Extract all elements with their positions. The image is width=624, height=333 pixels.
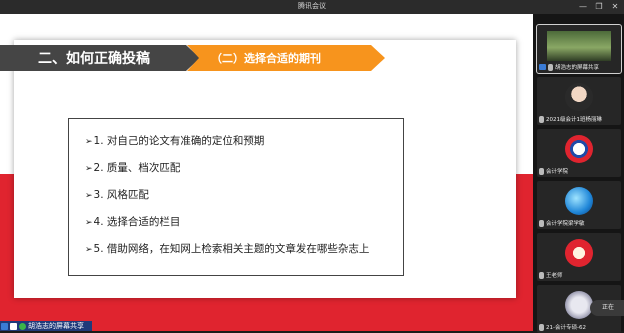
list-item-text: 1. 对自己的论文有准确的定位和预期 [93,135,265,147]
user-icon [1,322,8,330]
mic-icon [19,322,26,330]
cartoon-avatar-icon [565,239,593,267]
participant-tile[interactable]: 王老师 [537,233,621,281]
subsection-header: （二）选择合适的期刊 [187,45,385,71]
participant-tile[interactable]: 胡浩志的屏幕共享 [536,24,622,74]
window-title: 腾讯会议 [298,2,326,10]
participant-name: 21-会计专硕-62 [546,325,586,331]
close-button[interactable]: ✕ [610,1,620,12]
bullet-arrow-icon: ➢ [85,164,93,174]
participant-tile[interactable]: 会计学院梁学敏 [537,181,621,229]
bullet-arrow-icon: ➢ [85,137,93,147]
list-item-text: 2. 质量、档次匹配 [93,162,181,174]
participant-sidebar: 胡浩志的屏幕共享 2021级会计1班杨丽琳 会计学院 会计学院梁学敏 王老师 2… [533,14,624,333]
screen-icon [10,322,17,330]
school-logo-icon [565,135,593,163]
globe-logo-icon [565,187,593,215]
participant-name: 2021级会计1班杨丽琳 [546,117,602,123]
mic-icon [539,271,544,279]
title-bar: 腾讯会议 — ❐ ✕ [0,0,624,14]
list-item: ➢5. 借助网络，在知网上检索相关主题的文章发在哪些杂志上 [85,241,369,256]
shared-screen-view: 二、如何正确投稿 （二）选择合适的期刊 ➢1. 对自己的论文有准确的定位和预期 … [0,14,533,331]
landscape-thumbnail-icon [547,31,611,61]
mic-icon [539,323,544,331]
sharing-indicator[interactable]: 正在 [590,300,624,316]
content-list-box: ➢1. 对自己的论文有准确的定位和预期 ➢2. 质量、档次匹配 ➢3. 风格匹配… [68,118,404,276]
list-item-text: 5. 借助网络，在知网上检索相关主题的文章发在哪些杂志上 [93,243,370,255]
screen-share-label: 胡浩志的屏幕共享 [28,322,84,330]
restore-button[interactable]: ❐ [594,1,604,12]
section-title: 二、如何正确投稿 [38,51,150,67]
mic-icon [539,219,544,227]
list-item-text: 4. 选择合适的栏目 [93,216,181,228]
mic-icon [539,115,544,123]
list-item-text: 3. 风格匹配 [93,189,149,201]
list-item: ➢1. 对自己的论文有准确的定位和预期 [85,133,264,148]
sharing-indicator-label: 正在 [602,304,615,311]
screen-share-status[interactable]: 胡浩志的屏幕共享 [0,321,92,331]
mic-icon [548,63,553,71]
cat-avatar-icon [565,291,593,319]
section-header: 二、如何正确投稿 [0,45,200,71]
window-controls: — ❐ ✕ [578,1,620,12]
camera-icon [539,64,546,70]
minimize-button[interactable]: — [578,1,588,12]
subsection-title: （二）选择合适的期刊 [211,52,321,65]
participant-name: 会计学院 [546,169,569,175]
participant-name: 胡浩志的屏幕共享 [555,65,600,71]
participant-name: 王老师 [546,273,563,279]
bullet-arrow-icon: ➢ [85,191,93,201]
participant-tile[interactable]: 2021级会计1班杨丽琳 [537,77,621,125]
bullet-arrow-icon: ➢ [85,218,93,228]
participant-name: 会计学院梁学敏 [546,221,585,227]
person-photo-icon [565,83,593,111]
participant-tile[interactable]: 会计学院 [537,129,621,177]
list-item: ➢3. 风格匹配 [85,187,149,202]
bullet-arrow-icon: ➢ [85,245,93,255]
list-item: ➢4. 选择合适的栏目 [85,214,180,229]
list-item: ➢2. 质量、档次匹配 [85,160,180,175]
mic-icon [539,167,544,175]
